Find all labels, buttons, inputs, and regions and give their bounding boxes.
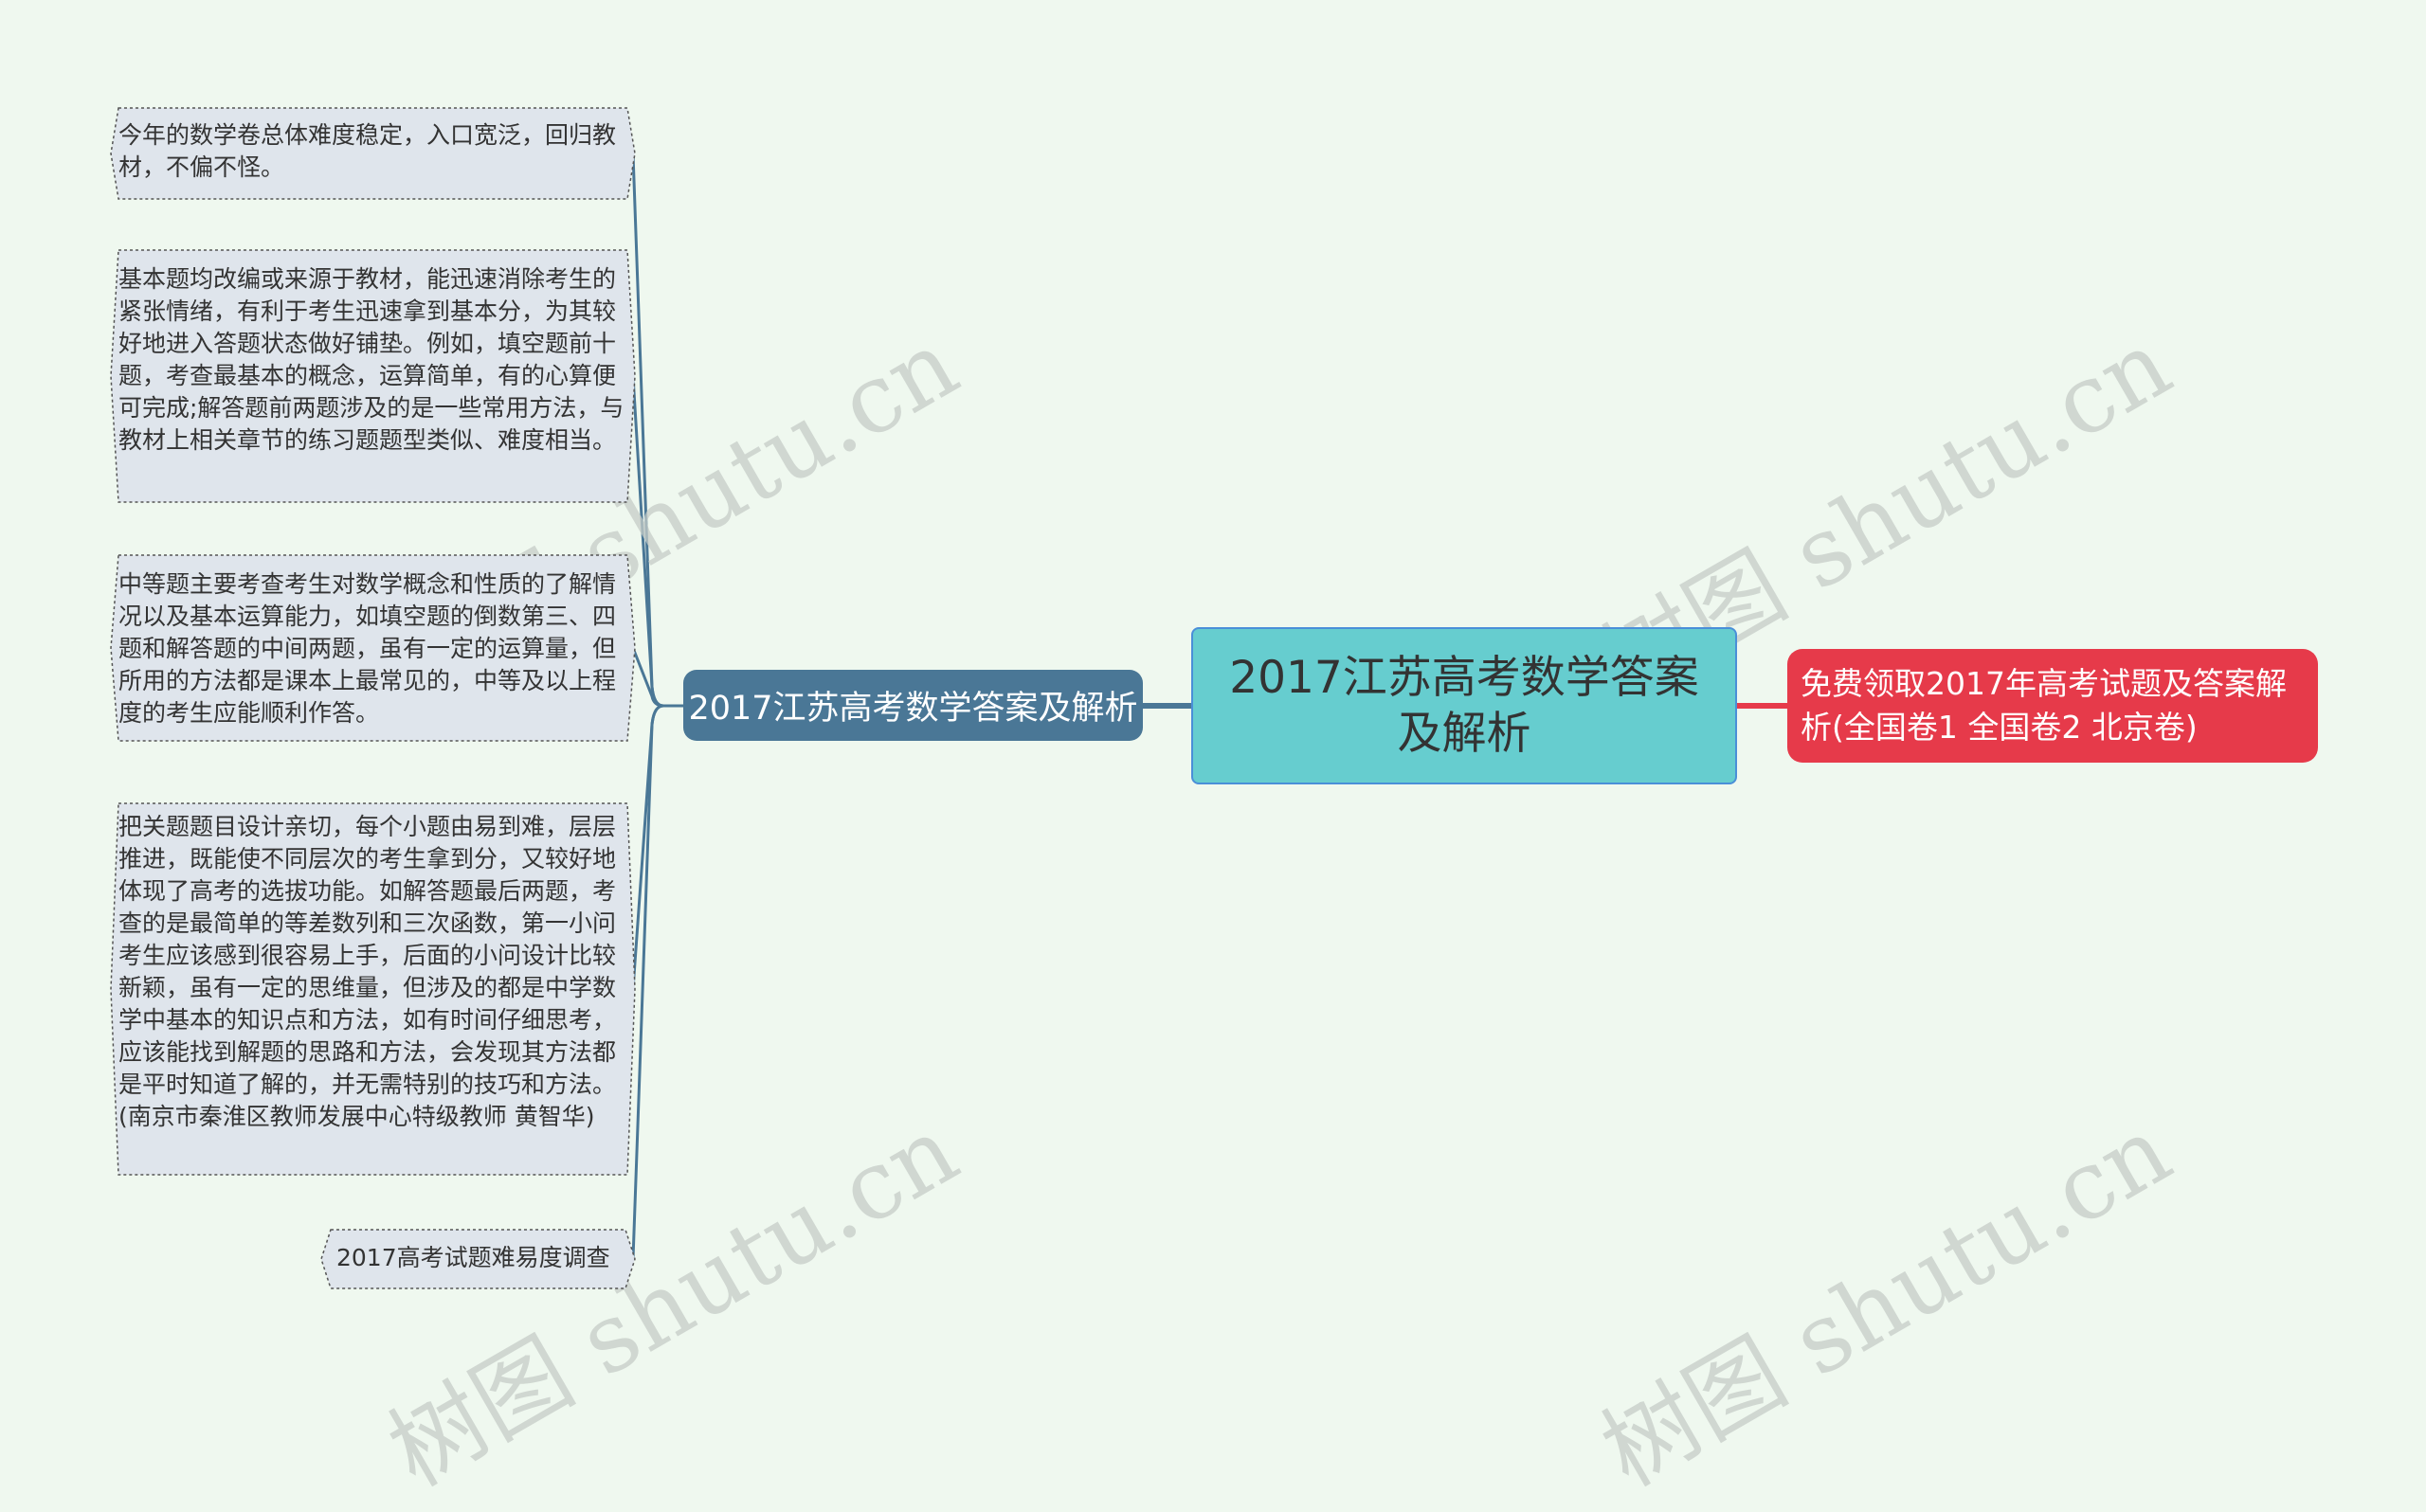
connector-branch-leaf2 bbox=[631, 375, 683, 708]
leaf-text: 今年的数学卷总体难度稳定，入口宽泛，回归教材，不偏不怪。 bbox=[118, 121, 617, 181]
leaf-topic[interactable]: 今年的数学卷总体难度稳定，入口宽泛，回归教材，不偏不怪。 bbox=[110, 107, 636, 200]
leaf-text: 中等题主要考查考生对数学概念和性质的了解情况以及基本运算能力，如填空题的倒数第三… bbox=[118, 570, 617, 727]
connector-branch-leaf1 bbox=[631, 153, 683, 708]
promo-topic[interactable]: 免费领取2017年高考试题及答案解析(全国卷1 全国卷2 北京卷) bbox=[1787, 649, 2318, 763]
leaf-text: 把关题题目设计亲切，每个小题由易到难，层层推进，既能使不同层次的考生拿到分，又较… bbox=[118, 813, 617, 1130]
promo-topic-label: 免费领取2017年高考试题及答案解析(全国卷1 全国卷2 北京卷) bbox=[1801, 665, 2287, 746]
leaf-text: 2017高考试题难易度调查 bbox=[336, 1244, 610, 1271]
leaf-topic[interactable]: 基本题均改编或来源于教材，能迅速消除考生的紧张情绪，有利于考生迅速拿到基本分，为… bbox=[110, 249, 636, 503]
root-topic-label: 2017江苏高考数学答案及解析 bbox=[1229, 652, 1699, 760]
leaf-topic[interactable]: 2017高考试题难易度调查 bbox=[320, 1229, 636, 1289]
branch-topic[interactable]: 2017江苏高考数学答案及解析 bbox=[683, 670, 1143, 741]
branch-topic-label: 2017江苏高考数学答案及解析 bbox=[688, 690, 1138, 728]
leaf-topic[interactable]: 把关题题目设计亲切，每个小题由易到难，层层推进，既能使不同层次的考生拿到分，又较… bbox=[110, 802, 636, 1176]
mind-map-canvas: 树图 shutu.cn 树图 shutu.cn 树图 shutu.cn 树图 s… bbox=[0, 0, 2426, 1507]
connector-branch-leaf3 bbox=[631, 647, 683, 708]
connector-branch-leaf4 bbox=[631, 704, 683, 990]
connector-branch-leaf5 bbox=[631, 704, 683, 1260]
leaf-topic[interactable]: 中等题主要考查考生对数学概念和性质的了解情况以及基本运算能力，如填空题的倒数第三… bbox=[110, 554, 636, 742]
leaf-text: 基本题均改编或来源于教材，能迅速消除考生的紧张情绪，有利于考生迅速拿到基本分，为… bbox=[118, 265, 625, 454]
root-topic[interactable]: 2017江苏高考数学答案及解析 bbox=[1191, 627, 1737, 784]
